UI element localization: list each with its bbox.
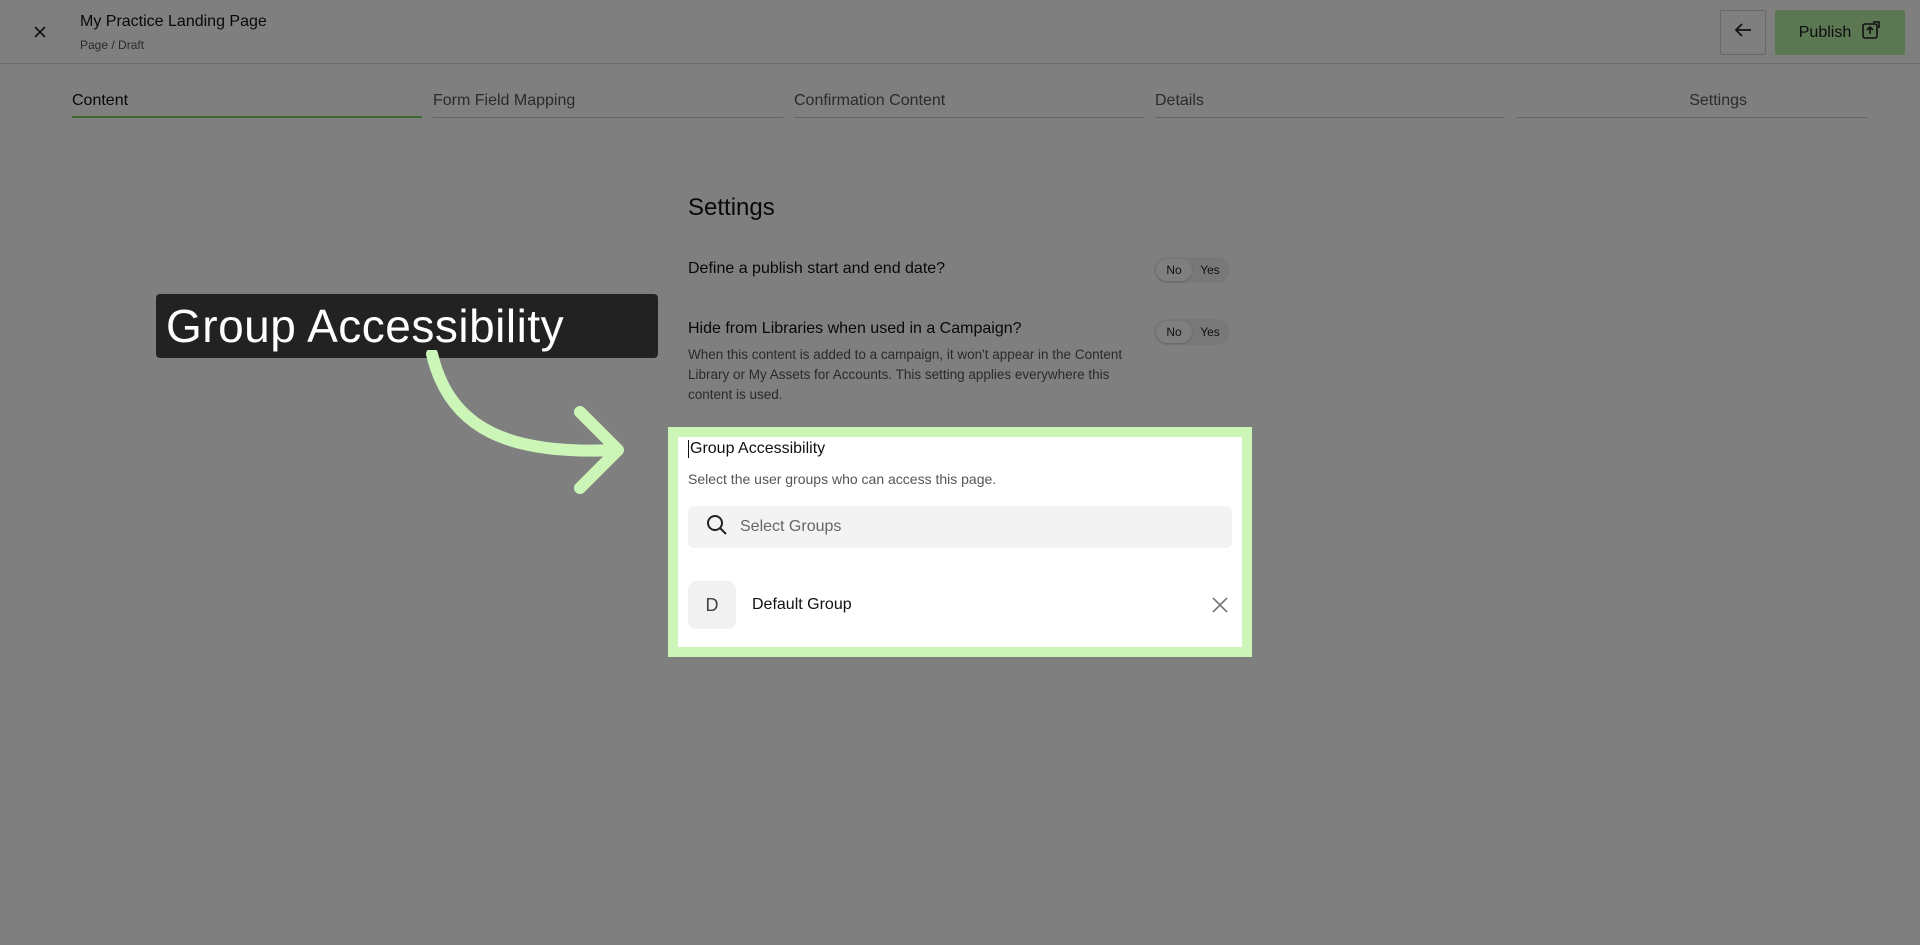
page-title: My Practice Landing Page (80, 13, 267, 30)
header: My Practice Landing Page Page / Draft Pu… (0, 0, 1920, 64)
group-list-item: D Default Group (688, 581, 1232, 629)
breadcrumb: Page / Draft (80, 38, 145, 52)
close-icon[interactable] (24, 20, 56, 44)
tab-details[interactable]: Details (1155, 88, 1505, 118)
toggle-no[interactable]: No (1156, 321, 1192, 343)
page: My Practice Landing Page Page / Draft Pu… (0, 0, 1920, 945)
tab-form-field-mapping[interactable]: Form Field Mapping (433, 88, 783, 118)
publish-dates-question: Define a publish start and end date? (688, 260, 946, 277)
search-placeholder: Select Groups (740, 518, 842, 535)
group-search-input[interactable]: Select Groups (688, 506, 1232, 548)
tab-bar: Content Form Field Mapping Confirmation … (72, 88, 1868, 118)
toggle-yes[interactable]: Yes (1192, 321, 1228, 343)
tab-settings[interactable]: Settings (1517, 88, 1867, 118)
search-icon (706, 514, 728, 541)
group-accessibility-title: Group Accessibility (688, 440, 826, 458)
arrow-left-icon (1734, 22, 1752, 43)
publish-button[interactable]: Publish (1775, 10, 1905, 55)
group-accessibility-help: Select the user groups who can access th… (688, 471, 997, 487)
hide-libraries-question: Hide from Libraries when used in a Campa… (688, 320, 1022, 337)
callout-label: Group Accessibility (156, 294, 658, 358)
settings-title: Settings (688, 194, 775, 221)
avatar: D (688, 581, 736, 629)
callout-arrow-icon (426, 350, 624, 494)
hide-libraries-toggle[interactable]: No Yes (1154, 319, 1230, 345)
publish-label: Publish (1798, 23, 1852, 41)
publish-dates-toggle[interactable]: No Yes (1154, 257, 1230, 283)
publish-icon (1861, 20, 1881, 45)
toggle-no[interactable]: No (1156, 259, 1192, 281)
group-name: Default Group (752, 596, 852, 613)
close-icon[interactable] (1208, 593, 1232, 617)
toggle-yes[interactable]: Yes (1192, 259, 1228, 281)
back-button[interactable] (1720, 10, 1766, 55)
tab-content[interactable]: Content (72, 88, 422, 118)
hide-libraries-help: When this content is added to a campaign… (688, 347, 1123, 402)
tab-confirmation-content[interactable]: Confirmation Content (794, 88, 1144, 118)
